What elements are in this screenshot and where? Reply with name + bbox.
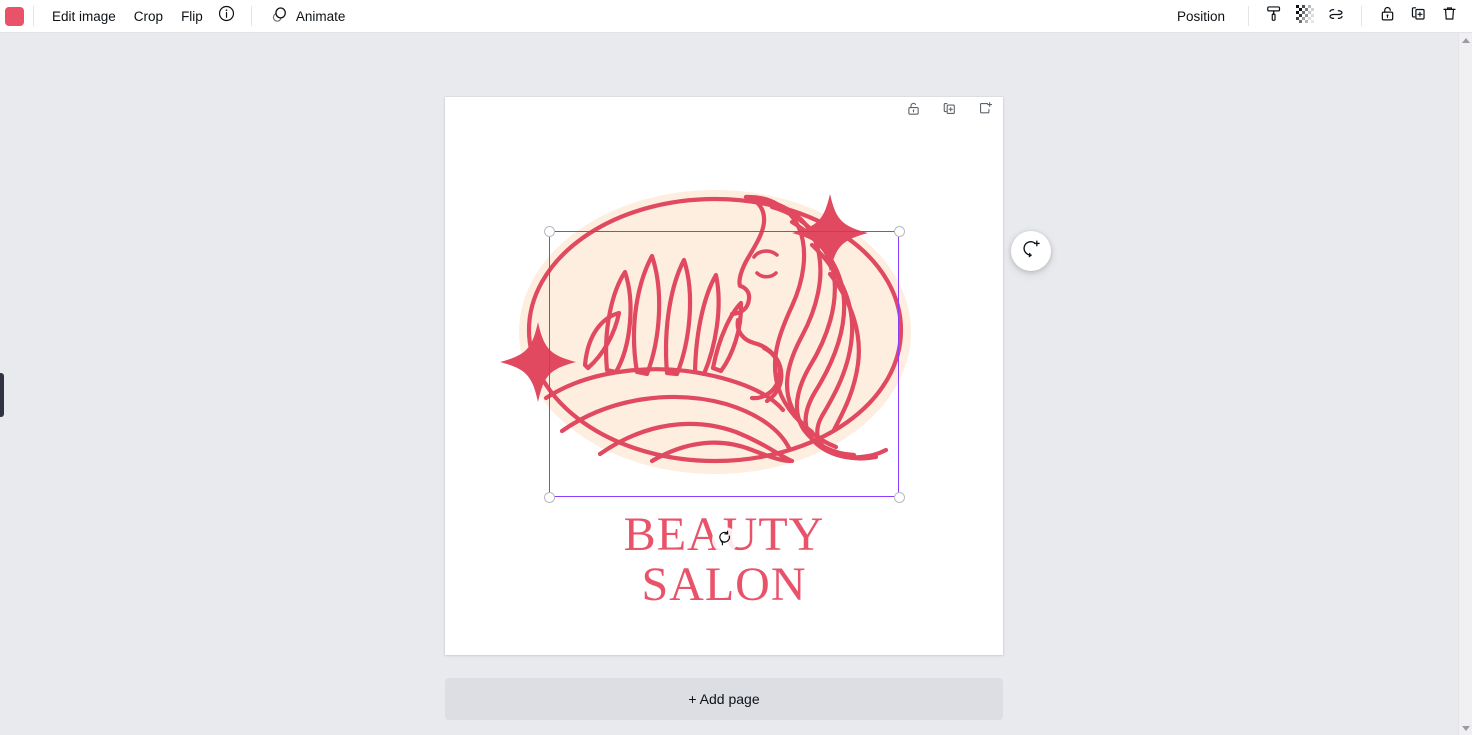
panel-resize-handle[interactable] (0, 373, 4, 417)
lock-page-button[interactable] (899, 97, 927, 125)
canvas-page[interactable]: BEAUTY SALON (445, 97, 1003, 655)
duplicate-icon (1409, 4, 1428, 28)
info-button[interactable] (212, 2, 242, 30)
toolbar-divider-3 (1248, 6, 1249, 26)
paint-roller-button[interactable] (1259, 2, 1289, 30)
rotate-handle[interactable] (712, 527, 738, 553)
page-tools-group (899, 97, 999, 125)
resize-handle-bottom-left[interactable] (544, 492, 555, 503)
lock-page-icon (905, 100, 922, 122)
resize-handle-bottom-right[interactable] (894, 492, 905, 503)
animate-label: Animate (296, 9, 346, 24)
duplicate-button[interactable] (1403, 2, 1433, 30)
flip-label: Flip (181, 9, 203, 24)
trash-icon (1440, 4, 1459, 28)
link-icon (1326, 4, 1346, 29)
crop-label: Crop (134, 9, 163, 24)
animate-button[interactable]: Animate (261, 4, 355, 28)
add-page-icon (977, 100, 994, 122)
add-page-button-top[interactable] (971, 97, 999, 125)
logo-title-text[interactable]: BEAUTY SALON (445, 510, 1003, 610)
lock-button[interactable] (1372, 2, 1402, 30)
position-button[interactable]: Position (1168, 4, 1234, 28)
paint-roller-icon (1265, 4, 1284, 28)
transparency-button[interactable] (1290, 2, 1320, 30)
scroll-up-arrow-icon (1462, 38, 1470, 43)
add-page-label: + Add page (688, 691, 759, 707)
info-circle-icon (218, 5, 235, 27)
duplicate-page-button[interactable] (935, 97, 963, 125)
crop-button[interactable]: Crop (125, 4, 172, 28)
comment-plus-icon (1021, 238, 1042, 264)
add-page-button[interactable]: + Add page (445, 678, 1003, 720)
editor-workspace: BEAUTY SALON + Add page (0, 33, 1458, 735)
animate-icon (270, 5, 289, 27)
logo-title-line-2: SALON (445, 560, 1003, 610)
add-comment-button[interactable] (1011, 231, 1051, 271)
toolbar-divider (33, 6, 34, 26)
rotate-icon (717, 530, 733, 551)
edit-image-label: Edit image (52, 9, 116, 24)
toolbar-divider-2 (251, 6, 252, 26)
resize-handle-top-right[interactable] (894, 226, 905, 237)
duplicate-page-icon (941, 100, 958, 122)
vertical-scrollbar[interactable] (1458, 33, 1472, 735)
toolbar-right-group: Position (1168, 2, 1472, 30)
link-button[interactable] (1321, 2, 1351, 30)
delete-button[interactable] (1434, 2, 1464, 30)
scroll-up-button[interactable] (1459, 33, 1472, 47)
top-toolbar: Edit image Crop Flip (0, 0, 1472, 33)
beauty-salon-logo-graphic[interactable] (500, 182, 948, 482)
scroll-down-button[interactable] (1459, 721, 1472, 735)
position-label: Position (1177, 9, 1225, 24)
selected-color-swatch[interactable] (5, 7, 24, 26)
edit-image-button[interactable]: Edit image (43, 4, 125, 28)
transparency-icon (1296, 5, 1314, 28)
flip-button[interactable]: Flip (172, 4, 212, 28)
lock-icon (1378, 4, 1397, 28)
scroll-down-arrow-icon (1462, 726, 1470, 731)
resize-handle-top-left[interactable] (544, 226, 555, 237)
toolbar-left-group: Edit image Crop Flip (0, 2, 354, 30)
toolbar-divider-4 (1361, 6, 1362, 26)
